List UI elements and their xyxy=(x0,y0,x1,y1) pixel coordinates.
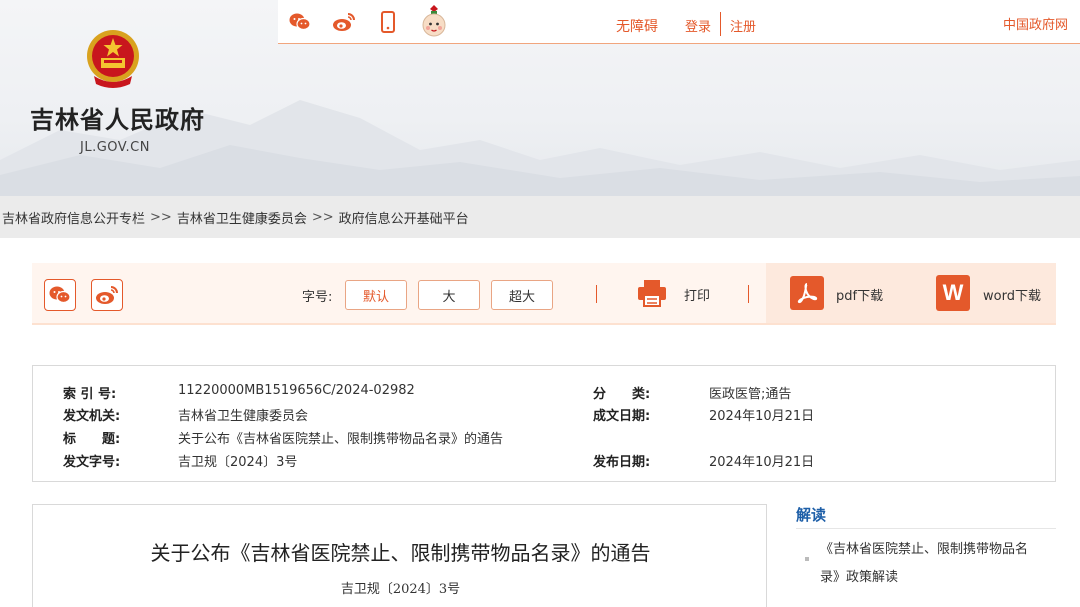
meta-created-value: 2024年10月21日 xyxy=(709,409,815,424)
share-wechat-icon[interactable] xyxy=(44,279,76,311)
font-size-label: 字号: xyxy=(302,290,333,305)
meta-index-label: 索 引 号: xyxy=(63,387,117,402)
article-title: 关于公布《吉林省医院禁止、限制携带物品名录》的通告 xyxy=(150,541,651,565)
article-toolbar: 字号: 默认 大 超大 打印 pdf下载 W word下载 xyxy=(32,263,1056,325)
breadcrumb-separator: >> xyxy=(150,209,172,225)
print-button[interactable]: 打印 xyxy=(684,285,710,304)
pdf-icon[interactable] xyxy=(790,276,824,310)
mobile-icon[interactable] xyxy=(376,10,400,34)
meta-category-value: 医政医管;通告 xyxy=(709,387,792,402)
meta-docno-label: 发文字号: xyxy=(63,455,121,470)
site-header: 吉林省人民政府 JL.GOV.CN 无障碍 登录 注册 中国政府网 xyxy=(0,0,1080,196)
article-doc-number: 吉卫规〔2024〕3号 xyxy=(340,582,461,597)
meta-category-label: 分 类: xyxy=(593,387,651,402)
interpretation-divider xyxy=(796,528,1056,529)
article-body: 关于公布《吉林省医院禁止、限制携带物品名录》的通告 吉卫规〔2024〕3号 xyxy=(32,504,767,607)
top-icon-group xyxy=(288,5,448,39)
site-name[interactable]: 吉林省人民政府 xyxy=(30,100,205,135)
toolbar-separator xyxy=(596,285,597,303)
meta-title-value: 关于公布《吉林省医院禁止、限制携带物品名录》的通告 xyxy=(178,432,504,447)
accessibility-link[interactable]: 无障碍 xyxy=(616,16,658,36)
china-gov-link[interactable]: 中国政府网 xyxy=(1003,14,1068,33)
breadcrumb-separator: >> xyxy=(311,209,334,225)
site-domain: JL.GOV.CN xyxy=(80,140,150,155)
national-emblem-icon xyxy=(87,30,139,88)
meta-published-value: 2024年10月21日 xyxy=(709,455,815,470)
meta-created-label: 成文日期: xyxy=(593,409,651,424)
font-size-large-button[interactable]: 大 xyxy=(418,280,480,310)
meta-docno-value: 吉卫规〔2024〕3号 xyxy=(178,455,298,470)
breadcrumb-item-platform[interactable]: 政府信息公开基础平台 xyxy=(339,208,469,227)
pdf-download-button[interactable]: pdf下载 xyxy=(836,285,883,304)
top-bar-rule xyxy=(278,43,1080,44)
breadcrumb-item-info-column[interactable]: 吉林省政府信息公开专栏 xyxy=(2,208,145,227)
weibo-icon[interactable] xyxy=(332,10,356,34)
meta-title-label: 标 题: xyxy=(63,432,121,447)
meta-issuer-value: 吉林省卫生健康委员会 xyxy=(178,409,309,424)
interpretation-heading: 解读 xyxy=(796,506,827,524)
policy-interpretation-link[interactable]: 《吉林省医院禁止、限制携带物品名录》政策解读 xyxy=(820,536,1040,592)
wechat-icon[interactable] xyxy=(288,10,312,34)
word-icon[interactable]: W xyxy=(936,275,970,311)
login-link[interactable]: 登录 xyxy=(685,16,711,35)
meta-index-value: 11220000MB1519656C/2024-02982 xyxy=(178,383,415,398)
toolbar-separator xyxy=(748,285,749,303)
word-download-button[interactable]: word下载 xyxy=(983,285,1041,304)
printer-icon[interactable] xyxy=(636,277,668,309)
font-size-default-button[interactable]: 默认 xyxy=(345,280,407,310)
meta-issuer-label: 发文机关: xyxy=(63,409,121,424)
breadcrumb-item-health-commission[interactable]: 吉林省卫生健康委员会 xyxy=(177,208,307,227)
login-separator xyxy=(720,12,721,36)
bullet-icon xyxy=(805,557,809,561)
register-link[interactable]: 注册 xyxy=(730,16,756,35)
meta-published-label: 发布日期: xyxy=(593,455,651,470)
document-meta: 索 引 号: 11220000MB1519656C/2024-02982 分 类… xyxy=(32,365,1056,482)
font-size-xlarge-button[interactable]: 超大 xyxy=(491,280,553,310)
share-weibo-icon[interactable] xyxy=(91,279,123,311)
mascot-icon[interactable] xyxy=(420,5,448,39)
breadcrumb: 吉林省政府信息公开专栏 >> 吉林省卫生健康委员会 >> 政府信息公开基础平台 xyxy=(0,196,1080,238)
